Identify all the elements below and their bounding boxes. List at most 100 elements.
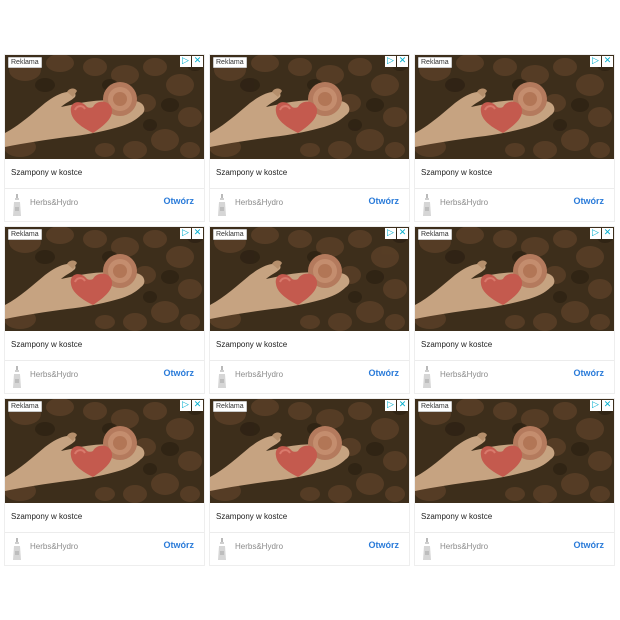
adchoices-icon[interactable]: ▷ <box>180 228 191 239</box>
soap-bars-photo <box>415 227 614 331</box>
adchoices-icon[interactable]: ▷ <box>385 400 396 411</box>
close-icon[interactable]: ✕ <box>397 400 408 411</box>
soap-bars-photo <box>5 227 204 331</box>
close-icon[interactable]: ✕ <box>602 56 613 67</box>
adchoices-icon[interactable]: ▷ <box>180 400 191 411</box>
adchoices-icon[interactable]: ▷ <box>590 400 601 411</box>
divider <box>210 188 409 189</box>
open-button[interactable]: Otwórz <box>164 368 195 378</box>
open-button[interactable]: Otwórz <box>369 540 400 550</box>
bottle-logo-icon <box>423 194 431 216</box>
ad-image[interactable]: Reklama ▷ ✕ <box>415 227 614 331</box>
ad-image[interactable]: Reklama ▷ ✕ <box>415 55 614 159</box>
bottle-logo-icon <box>423 366 431 388</box>
ad-label-badge: Reklama <box>8 229 42 240</box>
ad-label-badge: Reklama <box>418 229 452 240</box>
ad-title[interactable]: Szampony w kostce <box>216 168 287 177</box>
close-icon[interactable]: ✕ <box>397 56 408 67</box>
adchoices-icon[interactable]: ▷ <box>385 228 396 239</box>
close-icon[interactable]: ✕ <box>602 400 613 411</box>
divider <box>210 360 409 361</box>
close-icon[interactable]: ✕ <box>602 228 613 239</box>
ad-card[interactable]: Reklama ▷ ✕ Szampony w kostce Herbs&Hydr… <box>5 227 204 393</box>
ad-image[interactable]: Reklama ▷ ✕ <box>210 227 409 331</box>
adchoices-icon[interactable]: ▷ <box>385 56 396 67</box>
ad-card[interactable]: Reklama ▷ ✕ Szampony w kostce Herbs&Hydr… <box>415 399 614 565</box>
ad-card[interactable]: Reklama ▷ ✕ Szampony w kostce Herbs&Hydr… <box>415 227 614 393</box>
soap-bars-photo <box>210 399 409 503</box>
close-icon[interactable]: ✕ <box>192 228 203 239</box>
soap-bars-photo <box>415 399 614 503</box>
ad-label-badge: Reklama <box>213 401 247 412</box>
ad-title[interactable]: Szampony w kostce <box>11 168 82 177</box>
ad-title[interactable]: Szampony w kostce <box>11 340 82 349</box>
divider <box>415 360 614 361</box>
bottle-logo-icon <box>13 194 21 216</box>
ad-card[interactable]: Reklama ▷ ✕ Szampony w kostce Herbs&Hydr… <box>210 55 409 221</box>
ad-image[interactable]: Reklama ▷ ✕ <box>5 55 204 159</box>
adchoices-controls: ▷ ✕ <box>180 56 203 67</box>
open-button[interactable]: Otwórz <box>574 368 605 378</box>
ad-title[interactable]: Szampony w kostce <box>216 512 287 521</box>
ad-title[interactable]: Szampony w kostce <box>11 512 82 521</box>
bottle-logo-icon <box>218 194 226 216</box>
ad-card[interactable]: Reklama ▷ ✕ Szampony w kostce Herbs&Hydr… <box>5 399 204 565</box>
open-button[interactable]: Otwórz <box>574 540 605 550</box>
ad-card[interactable]: Reklama ▷ ✕ Szampony w kostce Herbs&Hydr… <box>415 55 614 221</box>
soap-bars-photo <box>210 227 409 331</box>
advertiser-name[interactable]: Herbs&Hydro <box>440 370 488 379</box>
close-icon[interactable]: ✕ <box>192 400 203 411</box>
bottle-logo-icon <box>423 538 431 560</box>
bottle-logo-icon <box>13 538 21 560</box>
advertiser-name[interactable]: Herbs&Hydro <box>235 370 283 379</box>
ad-image[interactable]: Reklama ▷ ✕ <box>210 55 409 159</box>
open-button[interactable]: Otwórz <box>369 368 400 378</box>
open-button[interactable]: Otwórz <box>574 196 605 206</box>
soap-bars-photo <box>210 55 409 159</box>
ad-image[interactable]: Reklama ▷ ✕ <box>415 399 614 503</box>
ad-label-badge: Reklama <box>418 57 452 68</box>
ad-card[interactable]: Reklama ▷ ✕ Szampony w kostce Herbs&Hydr… <box>210 399 409 565</box>
adchoices-controls: ▷ ✕ <box>180 400 203 411</box>
adchoices-controls: ▷ ✕ <box>180 228 203 239</box>
open-button[interactable]: Otwórz <box>164 196 195 206</box>
ad-title[interactable]: Szampony w kostce <box>421 512 492 521</box>
ad-label-badge: Reklama <box>213 57 247 68</box>
advertiser-name[interactable]: Herbs&Hydro <box>440 198 488 207</box>
ad-label-badge: Reklama <box>8 401 42 412</box>
divider <box>415 188 614 189</box>
ad-image[interactable]: Reklama ▷ ✕ <box>5 227 204 331</box>
adchoices-icon[interactable]: ▷ <box>590 56 601 67</box>
ad-card[interactable]: Reklama ▷ ✕ Szampony w kostce Herbs&Hydr… <box>210 227 409 393</box>
advertiser-name[interactable]: Herbs&Hydro <box>235 542 283 551</box>
divider <box>415 532 614 533</box>
open-button[interactable]: Otwórz <box>164 540 195 550</box>
advertiser-name[interactable]: Herbs&Hydro <box>30 370 78 379</box>
ad-image[interactable]: Reklama ▷ ✕ <box>5 399 204 503</box>
advertiser-name[interactable]: Herbs&Hydro <box>30 542 78 551</box>
ad-image[interactable]: Reklama ▷ ✕ <box>210 399 409 503</box>
adchoices-controls: ▷ ✕ <box>590 228 613 239</box>
ad-label-badge: Reklama <box>8 57 42 68</box>
advertiser-name[interactable]: Herbs&Hydro <box>30 198 78 207</box>
soap-bars-photo <box>415 55 614 159</box>
ad-card[interactable]: Reklama ▷ ✕ Szampony w kostce Herbs&Hydr… <box>5 55 204 221</box>
divider <box>5 360 204 361</box>
bottle-logo-icon <box>218 366 226 388</box>
ad-title[interactable]: Szampony w kostce <box>421 168 492 177</box>
divider <box>5 188 204 189</box>
advertiser-name[interactable]: Herbs&Hydro <box>235 198 283 207</box>
adchoices-controls: ▷ ✕ <box>385 400 408 411</box>
ad-grid: Reklama ▷ ✕ Szampony w kostce Herbs&Hydr… <box>5 55 614 565</box>
adchoices-icon[interactable]: ▷ <box>180 56 191 67</box>
close-icon[interactable]: ✕ <box>192 56 203 67</box>
close-icon[interactable]: ✕ <box>397 228 408 239</box>
ad-label-badge: Reklama <box>418 401 452 412</box>
adchoices-icon[interactable]: ▷ <box>590 228 601 239</box>
ad-title[interactable]: Szampony w kostce <box>421 340 492 349</box>
adchoices-controls: ▷ ✕ <box>590 56 613 67</box>
open-button[interactable]: Otwórz <box>369 196 400 206</box>
ad-title[interactable]: Szampony w kostce <box>216 340 287 349</box>
soap-bars-photo <box>5 399 204 503</box>
advertiser-name[interactable]: Herbs&Hydro <box>440 542 488 551</box>
